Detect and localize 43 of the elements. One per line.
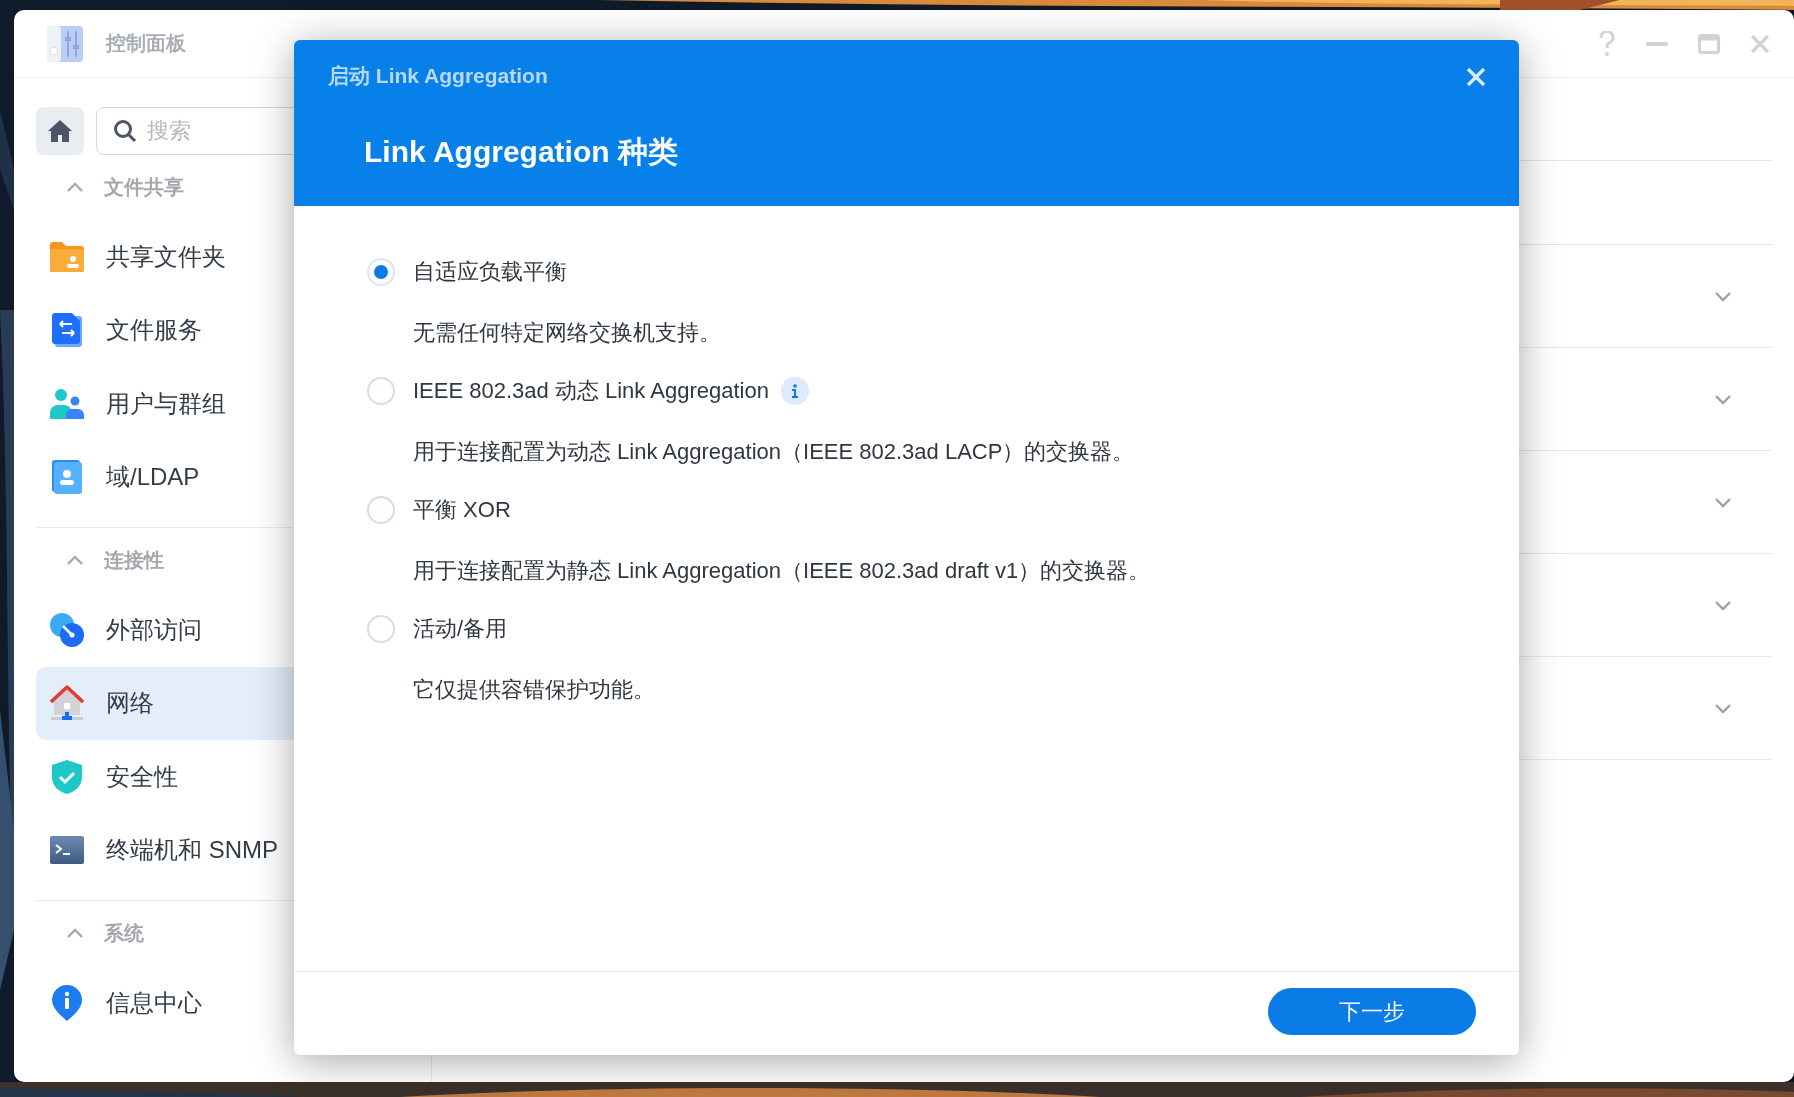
sidebar-item[interactable]: 信息中心 <box>36 966 431 1040</box>
home-icon <box>47 119 73 143</box>
radio-button[interactable] <box>367 496 395 524</box>
minimize-icon[interactable] <box>1646 41 1668 46</box>
terminal-icon <box>50 836 84 865</box>
maximize-icon[interactable] <box>1698 33 1720 54</box>
chevron-up-icon[interactable] <box>66 928 84 939</box>
close-icon[interactable] <box>1750 33 1770 54</box>
users-icon <box>50 388 84 419</box>
radio-button[interactable] <box>367 377 395 405</box>
contact-card-icon <box>52 460 82 495</box>
chevron-up-icon[interactable] <box>66 555 84 566</box>
home-button[interactable] <box>36 107 84 155</box>
folder-icon <box>50 241 84 272</box>
option-label: IEEE 802.3ad 动态 Link Aggregation <box>413 377 769 405</box>
house-icon <box>50 685 84 722</box>
chevron-down-icon[interactable] <box>1714 599 1732 611</box>
sidebar-item[interactable]: 终端机和 SNMP <box>36 813 431 887</box>
window-title: 控制面板 <box>106 31 186 56</box>
option-label: 平衡 XOR <box>413 496 511 524</box>
file-transfer-icon <box>52 313 82 348</box>
option-description: 用于连接配置为静态 Link Aggregation（IEEE 802.3ad draft v1）的交换器。 <box>413 558 1151 583</box>
search-icon <box>113 119 137 143</box>
control-panel-logo-icon <box>46 24 84 63</box>
option-label: 活动/备用 <box>413 615 508 643</box>
gauge-icon <box>50 612 84 647</box>
radio-button[interactable] <box>367 258 395 286</box>
shield-check-icon <box>51 758 83 795</box>
dialog-title: 启动 Link Aggregation <box>328 63 548 89</box>
sidebar-item[interactable]: 安全性 <box>36 740 431 814</box>
chevron-down-icon[interactable] <box>1714 496 1732 508</box>
option-description: 无需任何特定网络交换机支持。 <box>413 320 721 345</box>
option-description: 用于连接配置为动态 Link Aggregation（IEEE 802.3ad LACP）的交换器。 <box>413 439 1135 464</box>
info-icon[interactable] <box>780 377 809 405</box>
info-pin-icon <box>52 984 82 1021</box>
option-label: 自适应负载平衡 <box>413 258 567 286</box>
next-button[interactable]: 下一步 <box>1268 988 1476 1035</box>
chevron-down-icon[interactable] <box>1714 290 1732 302</box>
radio-button[interactable] <box>367 615 395 643</box>
chevron-down-icon[interactable] <box>1714 702 1732 714</box>
chevron-up-icon[interactable] <box>66 182 84 193</box>
help-icon[interactable] <box>1598 30 1616 57</box>
chevron-down-icon[interactable] <box>1714 393 1732 405</box>
